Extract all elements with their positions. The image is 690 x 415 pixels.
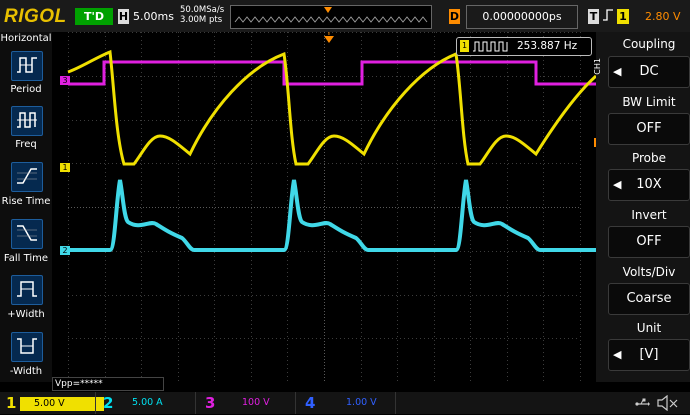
trigger-source-badge[interactable]: 1 bbox=[617, 9, 629, 24]
trigger-level-value[interactable]: 2.80 V bbox=[645, 8, 681, 25]
trigger-edge-icon bbox=[602, 8, 614, 27]
positive-width-button[interactable] bbox=[11, 275, 43, 305]
volts-div-toggle[interactable]: Coarse bbox=[608, 283, 690, 315]
fall-time-button[interactable] bbox=[11, 219, 43, 249]
period-icon bbox=[17, 57, 37, 73]
fall-time-icon bbox=[17, 225, 37, 241]
ch2-number[interactable]: 2 bbox=[103, 394, 113, 412]
ch1-number[interactable]: 1 bbox=[6, 394, 16, 412]
usb-icon bbox=[634, 396, 650, 415]
frequency-value: 253.887 Hz bbox=[517, 40, 578, 52]
memory-depth: 3.00M pts bbox=[180, 15, 223, 25]
negative-width-icon bbox=[17, 338, 37, 354]
probe-title: Probe bbox=[631, 151, 667, 165]
coupling-value: DC bbox=[639, 64, 659, 79]
rise-time-icon bbox=[17, 168, 37, 184]
period-button[interactable] bbox=[11, 51, 43, 81]
positive-width-icon bbox=[17, 281, 37, 297]
channel-divider bbox=[295, 392, 296, 414]
negative-width-label: -Width bbox=[9, 366, 43, 377]
fall-time-label: Fall Time bbox=[3, 253, 49, 264]
channel-menu-tag: CH1 bbox=[593, 58, 602, 75]
bw-limit-value: OFF bbox=[636, 121, 662, 136]
run-status-badge[interactable]: T'D bbox=[75, 8, 113, 25]
period-label: Period bbox=[10, 84, 42, 95]
chevron-left-icon: ◀ bbox=[613, 65, 622, 78]
ch1-offset-marker[interactable]: 1 bbox=[60, 163, 70, 172]
invert-toggle[interactable]: OFF bbox=[608, 226, 690, 258]
channel-divider bbox=[395, 392, 396, 414]
memory-overview-waveform-icon bbox=[234, 7, 428, 23]
invert-value: OFF bbox=[636, 234, 662, 249]
unit-value: [V] bbox=[639, 347, 659, 362]
bw-limit-toggle[interactable]: OFF bbox=[608, 113, 690, 145]
frequency-channel-badge: 1 bbox=[460, 40, 469, 52]
invert-title: Invert bbox=[631, 208, 667, 222]
freq-button[interactable] bbox=[11, 106, 43, 136]
frequency-readout: 1 253.887 Hz bbox=[456, 37, 592, 56]
sample-rate: 50.0MSa/s bbox=[180, 5, 225, 15]
square-wave-icon bbox=[473, 41, 508, 52]
ch3-scale[interactable]: 100 V bbox=[228, 396, 270, 410]
trigger-delay-label: D bbox=[449, 9, 460, 24]
rise-time-label: Rise Time bbox=[1, 196, 51, 207]
ch3-number[interactable]: 3 bbox=[205, 394, 215, 412]
ch1-scale-value: 5.00 V bbox=[34, 398, 65, 409]
bw-limit-title: BW Limit bbox=[622, 95, 676, 109]
ch1-scale[interactable]: 5.00 V bbox=[20, 397, 104, 411]
trigger-delay-value[interactable]: 0.00000000ps bbox=[466, 5, 578, 29]
brand-logo: RIGOL bbox=[4, 6, 67, 27]
ch2-offset-marker[interactable]: 2 bbox=[60, 246, 70, 255]
chevron-left-icon: ◀ bbox=[613, 348, 622, 361]
positive-width-label: +Width bbox=[7, 309, 45, 320]
chevron-left-icon: ◀ bbox=[613, 178, 622, 191]
trigger-position-label: T bbox=[326, 32, 332, 37]
volts-div-value: Coarse bbox=[626, 291, 672, 306]
freq-icon bbox=[17, 112, 37, 128]
trigger-label: T bbox=[588, 9, 599, 24]
timebase-label: H bbox=[118, 9, 129, 24]
memory-overview bbox=[230, 5, 432, 29]
speaker-muted-icon[interactable] bbox=[656, 394, 680, 415]
waveform-display[interactable]: T bbox=[52, 32, 596, 382]
coupling-title: Coupling bbox=[622, 37, 676, 51]
ch3-offset-marker[interactable]: 3 bbox=[60, 76, 70, 85]
unit-title: Unit bbox=[636, 321, 662, 335]
probe-select[interactable]: ◀ 10X bbox=[608, 169, 690, 201]
unit-select[interactable]: ◀ [V] bbox=[608, 339, 690, 371]
ch4-scale[interactable]: 1.00 V bbox=[332, 396, 377, 410]
volts-div-title: Volts/Div bbox=[622, 265, 676, 279]
rise-time-button[interactable] bbox=[11, 162, 43, 192]
ch4-number[interactable]: 4 bbox=[305, 394, 315, 412]
timebase-value[interactable]: 5.00ms bbox=[133, 8, 174, 25]
freq-label: Freq bbox=[15, 139, 37, 150]
channel-divider bbox=[95, 392, 96, 414]
vpp-readout: Vpp=***** bbox=[52, 377, 164, 391]
coupling-select[interactable]: ◀ DC bbox=[608, 56, 690, 88]
ch2-scale[interactable]: 5.00 A bbox=[118, 396, 163, 410]
probe-value: 10X bbox=[636, 177, 662, 192]
left-menu-title: Horizontal bbox=[0, 33, 52, 44]
channel-divider bbox=[195, 392, 196, 414]
negative-width-button[interactable] bbox=[11, 332, 43, 362]
